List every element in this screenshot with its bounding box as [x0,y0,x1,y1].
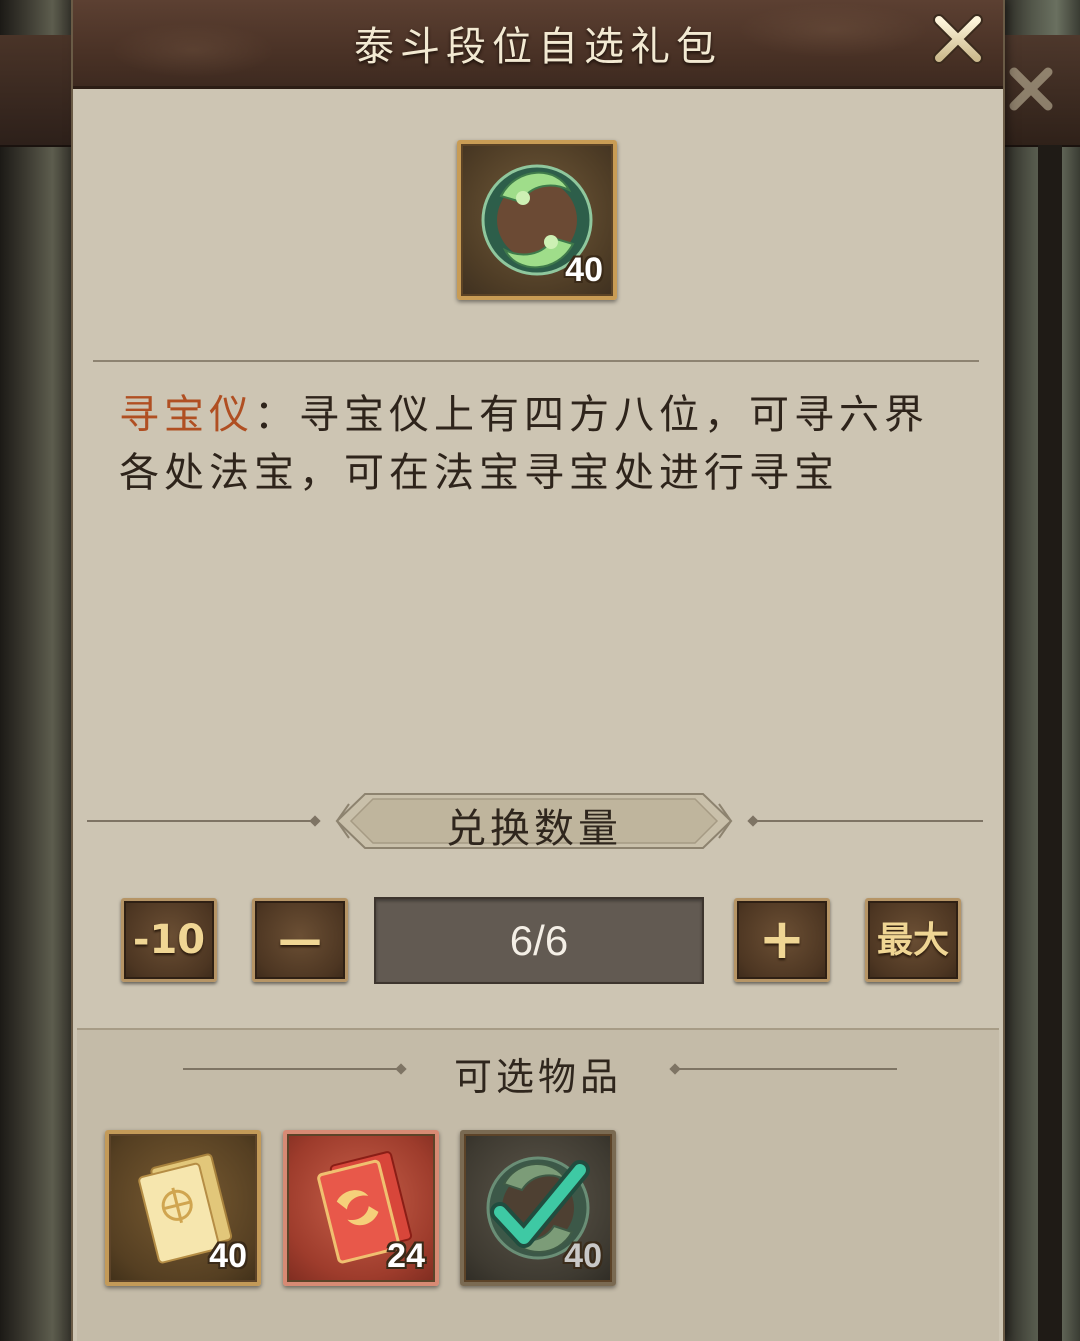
quantity-divider-left [87,820,315,822]
dialog-title: 泰斗段位自选礼包 [354,24,722,70]
option-item-gold-talisman[interactable]: 40 [105,1130,261,1286]
option-item-red-talisman[interactable]: 24 [283,1130,439,1286]
background-left-bar [0,35,75,147]
item-name-separator: ： [254,392,299,438]
dialog-header: 泰斗段位自选礼包 [73,0,1003,89]
background-right-inner [1038,145,1062,1341]
quantity-label-banner: 兑换数量 [335,792,733,852]
option-count: 40 [209,1237,247,1275]
option-count: 40 [564,1237,602,1275]
selected-item-count: 40 [565,251,603,289]
minus-ten-button[interactable]: -10 [121,898,217,982]
plus-label: + [758,907,806,972]
option-count: 24 [387,1237,425,1275]
gift-pack-dialog: 泰斗段位自选礼包 40 寻宝仪：寻宝仪上有四方八位，可寻六界各处法宝，可在法宝寻… [73,0,1003,1341]
background-close-icon [1009,67,1053,111]
close-button[interactable] [929,10,987,68]
item-description: 寻宝仪：寻宝仪上有四方八位，可寻六界各处法宝，可在法宝寻宝处进行寻宝 [119,386,969,502]
max-label: 最大 [876,919,949,961]
background-left-strip [0,0,75,1341]
quantity-value[interactable]: 6/6 [374,897,704,984]
minus-label: — [278,914,322,965]
selected-item-slot[interactable]: 40 [457,140,617,300]
quantity-divider-left-dot [309,815,321,827]
max-button[interactable]: 最大 [865,898,961,982]
item-name: 寻宝仪 [119,392,254,438]
plus-button[interactable]: + [734,898,830,982]
minus-ten-label: -10 [132,917,206,963]
quantity-divider-right-dot [747,815,759,827]
options-label: 可选物品 [453,1055,622,1099]
option-item-treasure-compass[interactable]: 40 [460,1130,616,1286]
quantity-label: 兑换数量 [446,806,622,852]
close-icon [933,14,983,64]
divider [93,360,979,362]
quantity-divider-right [753,820,983,822]
minus-button[interactable]: — [252,898,348,982]
